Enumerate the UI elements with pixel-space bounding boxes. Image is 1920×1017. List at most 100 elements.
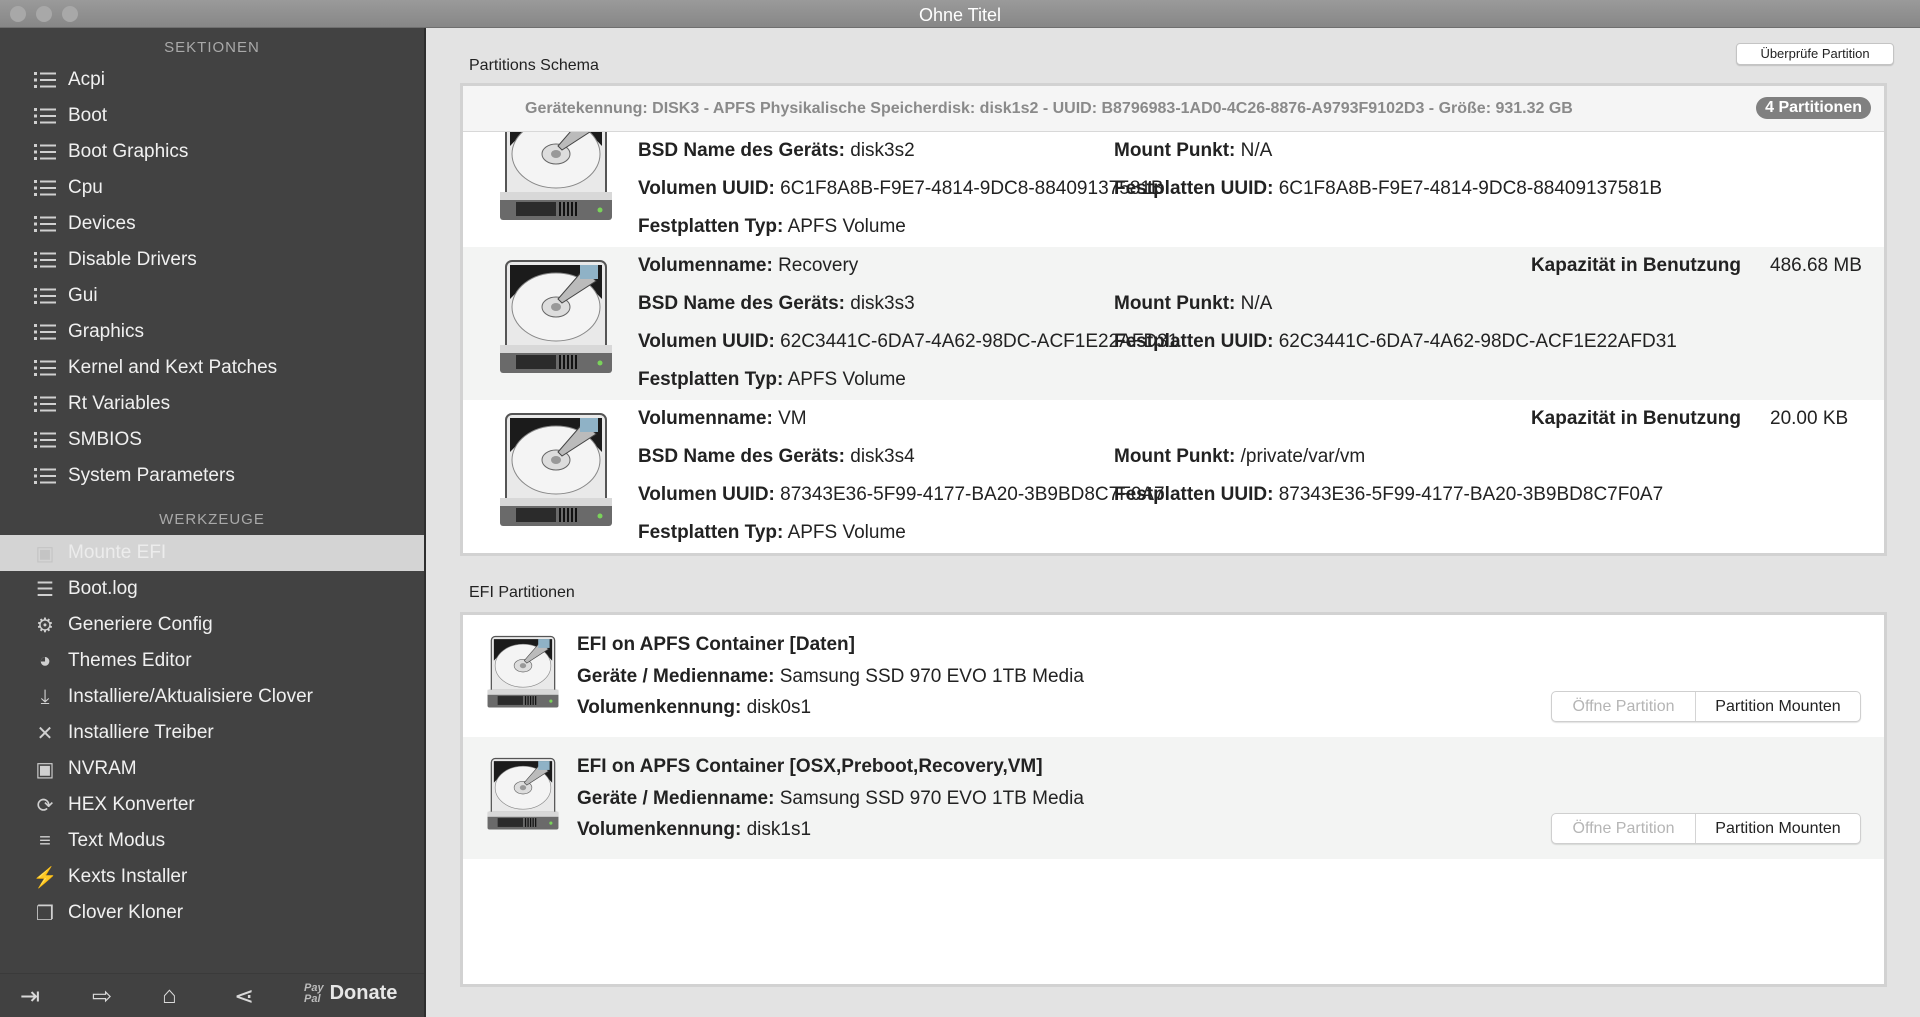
efi-section-label: EFI Partitionen <box>469 584 575 601</box>
tool-item-boot-log[interactable]: ☰ Boot.log <box>0 571 424 607</box>
sidebar-item-acpi[interactable]: Acpi <box>0 62 424 98</box>
disk-uuid: Festplatten UUID: 62C3441C-6DA7-4A62-98D… <box>1114 331 1677 352</box>
donate-label: Donate <box>329 982 398 1004</box>
sidebar-item-devices[interactable]: Devices <box>0 206 424 242</box>
disk-type: Festplatten Typ: APFS Volume <box>638 369 906 390</box>
hard-disk-icon <box>496 259 616 375</box>
sidebar: SEKTIONEN Acpi Boot Boot Graphics Cpu Device… <box>0 28 426 1017</box>
efi-list[interactable]: EFI on APFS Container [Daten] Geräte / M… <box>463 615 1884 859</box>
hard-disk-icon <box>496 132 616 222</box>
efi-title: EFI on APFS Container [OSX,Preboot,Recov… <box>577 756 1043 777</box>
tool-item-label: Installiere/Aktualisiere Clover <box>68 686 313 707</box>
sidebar-item-label: Gui <box>68 285 98 306</box>
list-icon <box>31 320 59 344</box>
tool-item-installiere-aktualisiere-clover[interactable]: ⤓ Installiere/Aktualisiere Clover <box>0 679 424 715</box>
list-icon <box>31 464 59 488</box>
disk-type: Festplatten Typ: APFS Volume <box>638 522 906 543</box>
partitions-box: Gerätekennung: DISK3 - APFS Physikalisch… <box>460 83 1887 556</box>
partition-row[interactable]: Volumenname: Recovery Kapazität in Benutz… <box>463 247 1884 400</box>
efi-row: EFI on APFS Container [Daten] Geräte / M… <box>463 615 1884 737</box>
sidebar-item-smbios[interactable]: SMBIOS <box>0 422 424 458</box>
mount-point: Mount Punkt: N/A <box>1114 140 1273 161</box>
text-lines-icon: ≡ <box>39 829 51 852</box>
sidebar-item-disable-drivers[interactable]: Disable Drivers <box>0 242 424 278</box>
list-icon <box>31 428 59 452</box>
tool-item-label: Text Modus <box>68 830 166 851</box>
export-icon[interactable]: ⇨ <box>92 982 112 1011</box>
donate-button[interactable]: Pay Pal Donate <box>304 982 397 1005</box>
sidebar-item-boot-graphics[interactable]: Boot Graphics <box>0 134 424 170</box>
tool-item-clover-kloner[interactable]: ❐ Clover Kloner <box>0 895 424 931</box>
mount-partition-button[interactable]: Partition Mounten <box>1696 692 1860 721</box>
list-icon <box>31 104 59 128</box>
share-icon[interactable]: ⋖ <box>234 982 254 1011</box>
bsd-name: BSD Name des Geräts: disk3s4 <box>638 446 915 467</box>
mount-partition-button[interactable]: Partition Mounten <box>1696 814 1860 843</box>
open-partition-button[interactable]: Öffne Partition <box>1552 814 1696 843</box>
volume-name: Volumenname: VM <box>638 408 807 429</box>
volume-uuid: Volumen UUID: 87343E36-5F99-4177-BA20-3B… <box>638 484 1165 505</box>
efi-actions: Öffne Partition Partition Mounten <box>1551 691 1861 722</box>
tools-icon: ✕ <box>36 722 54 745</box>
volume-name: Volumenname: Recovery <box>638 255 859 276</box>
home-icon[interactable]: ⌂ <box>162 982 177 1010</box>
tool-item-themes-editor[interactable]: ◕ Themes Editor <box>0 643 424 679</box>
sidebar-item-label: Devices <box>68 213 136 234</box>
list-icon <box>31 68 59 92</box>
partitions-section-label: Partitions Schema <box>469 57 599 74</box>
tool-item-installiere-treiber[interactable]: ✕ Installiere Treiber <box>0 715 424 751</box>
check-partition-button[interactable]: Überprüfe Partition <box>1736 43 1894 65</box>
sidebar-item-label: Disable Drivers <box>68 249 197 270</box>
sidebar-item-system-parameters[interactable]: System Parameters <box>0 458 424 494</box>
bsd-name: BSD Name des Geräts: disk3s2 <box>638 140 915 161</box>
tool-item-generiere-config[interactable]: ⚙ Generiere Config <box>0 607 424 643</box>
sidebar-item-label: Cpu <box>68 177 103 198</box>
window-title: Ohne Titel <box>918 5 1002 25</box>
list-icon <box>31 176 59 200</box>
tool-item-kexts-installer[interactable]: ⚡ Kexts Installer <box>0 859 424 895</box>
disk-icon: ▣ <box>35 542 55 565</box>
sidebar-item-rt-variables[interactable]: Rt Variables <box>0 386 424 422</box>
title-bar: Ohne Titel <box>0 0 1920 28</box>
volume-uuid: Volumen UUID: 62C3441C-6DA7-4A62-98DC-AC… <box>638 331 1179 352</box>
media-name: Geräte / Medienname: Samsung SSD 970 EVO… <box>577 788 1084 809</box>
tool-item-label: NVRAM <box>68 758 137 779</box>
partition-list[interactable]: BSD Name des Geräts: disk3s2 Mount Punkt:… <box>463 132 1884 553</box>
hard-disk-icon <box>496 412 616 528</box>
efi-box: EFI on APFS Container [Daten] Geräte / M… <box>460 612 1887 987</box>
list-icon <box>31 212 59 236</box>
efi-actions: Öffne Partition Partition Mounten <box>1551 813 1861 844</box>
sidebar-item-label: Kernel and Kext Patches <box>68 357 278 378</box>
disk-uuid: Festplatten UUID: 6C1F8A8B-F9E7-4814-9DC… <box>1114 178 1663 199</box>
media-name: Geräte / Medienname: Samsung SSD 970 EVO… <box>577 666 1084 687</box>
import-icon[interactable]: ⇥ <box>20 982 40 1011</box>
hard-disk-icon <box>485 757 561 831</box>
tool-item-label: Clover Kloner <box>68 902 184 923</box>
tools-header: WERKZEUGE <box>159 511 265 528</box>
disk-uuid: Festplatten UUID: 87343E36-5F99-4177-BA2… <box>1114 484 1664 505</box>
list-icon <box>31 248 59 272</box>
list-icon <box>31 356 59 380</box>
partition-row[interactable]: Volumenname: VM Kapazität in Benutzung 20.… <box>463 400 1884 553</box>
partition-row[interactable]: BSD Name des Geräts: disk3s2 Mount Punkt:… <box>463 132 1884 247</box>
volume-uuid: Volumen UUID: 6C1F8A8B-F9E7-4814-9DC8-88… <box>638 178 1164 199</box>
tool-item-hex-konverter[interactable]: ⟳ HEX Konverter <box>0 787 424 823</box>
sidebar-item-boot[interactable]: Boot <box>0 98 424 134</box>
refresh-icon: ⟳ <box>36 794 54 817</box>
paypal-icon: Pay Pal <box>304 981 324 1005</box>
tool-item-label: Kexts Installer <box>68 866 188 887</box>
tool-item-mounte-efi[interactable]: ▣ Mounte EFI <box>0 535 424 571</box>
sidebar-item-kernel-and-kext-patches[interactable]: Kernel and Kext Patches <box>0 350 424 386</box>
sidebar-footer: ⇥ ⇨ ⌂ ⋖ Pay Pal Donate <box>0 973 424 1017</box>
tool-item-label: Mounte EFI <box>68 542 167 563</box>
open-partition-button[interactable]: Öffne Partition <box>1552 692 1696 721</box>
tool-item-text-modus[interactable]: ≡ Text Modus <box>0 823 424 859</box>
sidebar-item-gui[interactable]: Gui <box>0 278 424 314</box>
sidebar-item-graphics[interactable]: Graphics <box>0 314 424 350</box>
gears-icon: ⚙ <box>36 614 54 637</box>
tool-item-nvram[interactable]: ▣ NVRAM <box>0 751 424 787</box>
tool-item-label: Installiere Treiber <box>68 722 214 743</box>
sidebar-item-cpu[interactable]: Cpu <box>0 170 424 206</box>
download-icon: ⤓ <box>40 685 50 708</box>
volume-id: Volumenkennung: disk0s1 <box>577 697 812 718</box>
